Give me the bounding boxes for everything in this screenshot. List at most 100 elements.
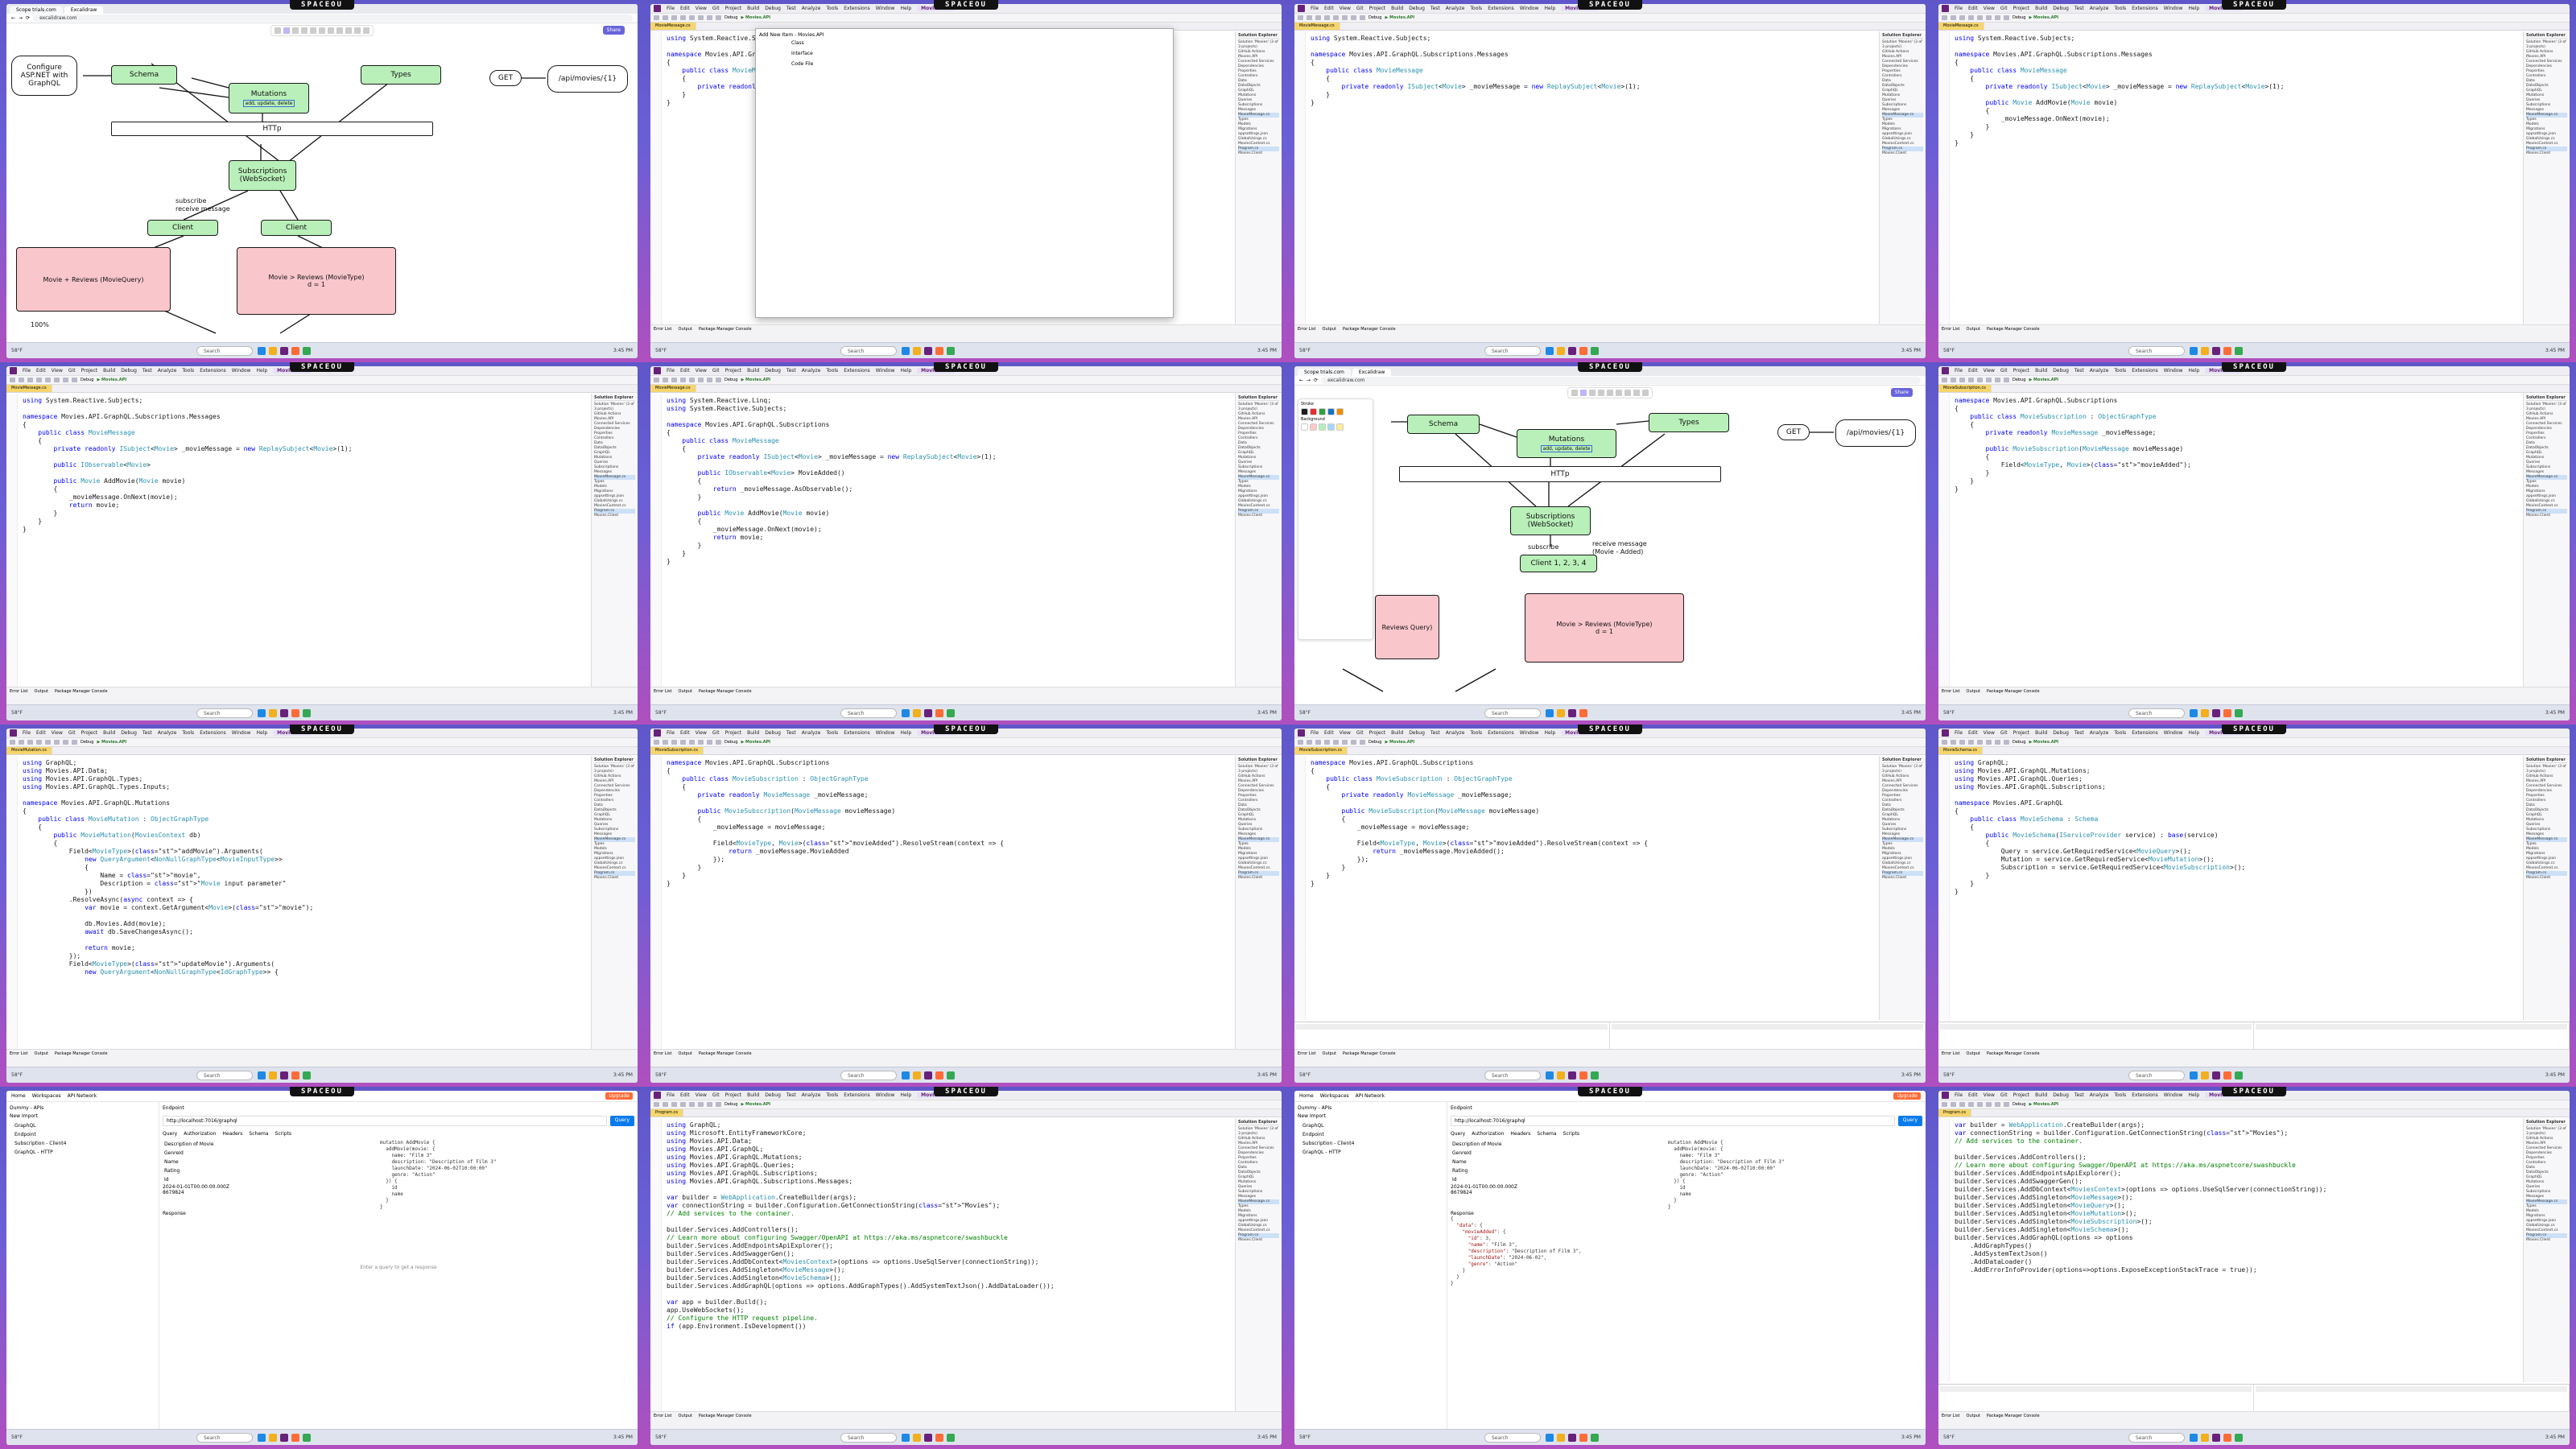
run-button[interactable]: ▶ Movies.API	[2029, 1102, 2058, 1107]
run-button[interactable]: ▶ Movies.API	[97, 740, 126, 745]
menu-item[interactable]: Debug	[765, 1092, 781, 1098]
chrome-icon[interactable]	[947, 1071, 955, 1080]
toolbar-icon[interactable]	[1315, 15, 1321, 20]
toolbar-icon[interactable]	[689, 15, 695, 20]
solution-item[interactable]: Solution 'Movies' (3 of 3 projects)	[1238, 402, 1279, 412]
menu-item[interactable]: File	[1311, 730, 1319, 736]
menu-item[interactable]: Extensions	[844, 730, 870, 736]
weather-widget[interactable]: 58°F	[11, 348, 43, 353]
menu-item[interactable]: Project	[81, 368, 98, 374]
clock[interactable]: 3:45 PM	[1257, 1072, 1277, 1078]
menu-item[interactable]: Tools	[1470, 6, 1482, 11]
visual-studio-icon[interactable]	[2212, 1433, 2220, 1442]
weather-widget[interactable]: 58°F	[1943, 710, 1975, 716]
menu-item[interactable]: Debug	[121, 730, 137, 736]
toolbar-icon[interactable]	[36, 378, 42, 382]
menu-item[interactable]: Analyze	[2090, 368, 2109, 374]
menu-item[interactable]: Edit	[680, 368, 690, 374]
bottom-tab[interactable]: Error List	[654, 1414, 672, 1418]
toolbar-icon[interactable]	[654, 1102, 659, 1107]
menu-item[interactable]: Analyze	[802, 1092, 821, 1098]
clock[interactable]: 3:45 PM	[1901, 710, 1921, 716]
diagram-node-subscriptions[interactable]: Subscriptions (WebSocket)	[229, 160, 296, 191]
diagram-node-get[interactable]: GET	[489, 70, 522, 86]
menu-item[interactable]: Analyze	[2090, 1092, 2109, 1098]
menu-item[interactable]: Project	[1369, 6, 1386, 11]
bottom-tab[interactable]: Error List	[654, 689, 672, 694]
taskbar-search[interactable]: Search	[196, 345, 253, 356]
response-body[interactable]: { "data": { "movieAdded": { "id": 3, "na…	[1451, 1216, 1922, 1287]
config-select[interactable]: Debug	[1368, 15, 1381, 20]
menu-item[interactable]: Edit	[1324, 730, 1334, 736]
chrome-icon[interactable]	[947, 346, 955, 355]
bottom-tab[interactable]: Output	[1323, 1051, 1336, 1056]
bottom-tab[interactable]: Package Manager Console	[1987, 1051, 2040, 1056]
menu-item[interactable]: Debug	[121, 368, 137, 374]
run-button[interactable]: ▶ Movies.API	[741, 15, 770, 20]
app-icon[interactable]	[902, 346, 910, 355]
forward-icon[interactable]: →	[1307, 378, 1311, 383]
menu-item[interactable]: Test	[142, 730, 152, 736]
run-button[interactable]: ▶ Movies.API	[741, 1102, 770, 1107]
toolbar-icon[interactable]	[2004, 1102, 2009, 1107]
toolbar-icon[interactable]	[45, 378, 51, 382]
toolbar-icon[interactable]	[1360, 15, 1365, 20]
menu-item[interactable]: Tools	[2114, 6, 2126, 11]
url-field[interactable]: excalidraw.com	[1321, 377, 1921, 384]
visual-studio-icon[interactable]	[1568, 346, 1576, 355]
chrome-icon[interactable]	[303, 1433, 311, 1442]
bottom-tab[interactable]: Output	[1967, 327, 1980, 332]
toolbar-icon[interactable]	[680, 1102, 686, 1107]
editor-tab[interactable]: MovieMessage.cs	[1294, 23, 1340, 30]
toolbar-icon[interactable]	[27, 740, 33, 745]
color-swatch[interactable]	[1301, 408, 1308, 415]
run-button[interactable]: ▶ Movies.API	[741, 378, 770, 382]
folder-icon[interactable]	[269, 1433, 277, 1442]
toolbar-icon[interactable]	[19, 740, 24, 745]
request-url[interactable]: http://localhost:7016/graphql	[1451, 1116, 1895, 1126]
menu-item[interactable]: View	[1340, 730, 1351, 736]
collection-item[interactable]: Endpoint	[10, 1130, 155, 1139]
postman-icon[interactable]	[291, 1071, 299, 1080]
toolbar-icon[interactable]	[1977, 740, 1983, 745]
folder-icon[interactable]	[2201, 1071, 2209, 1080]
menu-item[interactable]: Edit	[1968, 1092, 1978, 1098]
toolbar-icon[interactable]	[707, 740, 712, 745]
toolbar-icon[interactable]	[1977, 378, 1983, 382]
weather-widget[interactable]: 58°F	[1299, 1072, 1331, 1078]
solution-item[interactable]: Solution 'Movies' (3 of 3 projects)	[2526, 1127, 2567, 1137]
nav-item[interactable]: Home	[11, 1093, 26, 1099]
solution-item[interactable]: Solution 'Movies' (3 of 3 projects)	[1882, 765, 1923, 774]
toolbar-icon[interactable]	[1968, 15, 1974, 20]
menu-item[interactable]: Debug	[1409, 6, 1425, 11]
visual-studio-icon[interactable]	[2212, 1071, 2220, 1080]
menu-item[interactable]: Help	[1544, 6, 1555, 11]
menu-item[interactable]: View	[1984, 6, 1995, 11]
weather-widget[interactable]: 58°F	[1943, 348, 1975, 353]
visual-studio-icon[interactable]	[2212, 346, 2220, 355]
weather-widget[interactable]: 58°F	[1299, 1435, 1331, 1440]
bottom-tab[interactable]: Error List	[1942, 1414, 1960, 1418]
toolbar-icon[interactable]	[1298, 15, 1303, 20]
collection-item[interactable]: Endpoint	[1298, 1130, 1443, 1139]
bottom-tab[interactable]: Error List	[1942, 689, 1960, 694]
request-url[interactable]: http://localhost:7016/graphql	[163, 1116, 607, 1126]
toolbar-icon[interactable]	[663, 15, 668, 20]
toolbar-icon[interactable]	[1942, 15, 1947, 20]
code-editor[interactable]: using System.Reactive.Subjects; namespac…	[1306, 31, 1879, 324]
chrome-icon[interactable]	[947, 708, 955, 717]
menu-item[interactable]: Edit	[36, 730, 46, 736]
menu-item[interactable]: Debug	[765, 730, 781, 736]
toolbar-icon[interactable]	[716, 1102, 721, 1107]
toolbar-icon[interactable]	[663, 378, 668, 382]
nav-item[interactable]: Workspaces	[1320, 1093, 1349, 1099]
menu-item[interactable]: Git	[2000, 368, 2008, 374]
menu-item[interactable]: Extensions	[844, 368, 870, 374]
menu-item[interactable]: Extensions	[2132, 1092, 2158, 1098]
visual-studio-icon[interactable]	[924, 346, 932, 355]
request-tab[interactable]: Endpoint	[163, 1105, 634, 1111]
menu-item[interactable]: View	[1984, 368, 1995, 374]
diagram-node-schema[interactable]: Schema	[111, 65, 177, 85]
toolbar-icon[interactable]	[1360, 740, 1365, 745]
menu-item[interactable]: File	[1955, 1092, 1963, 1098]
